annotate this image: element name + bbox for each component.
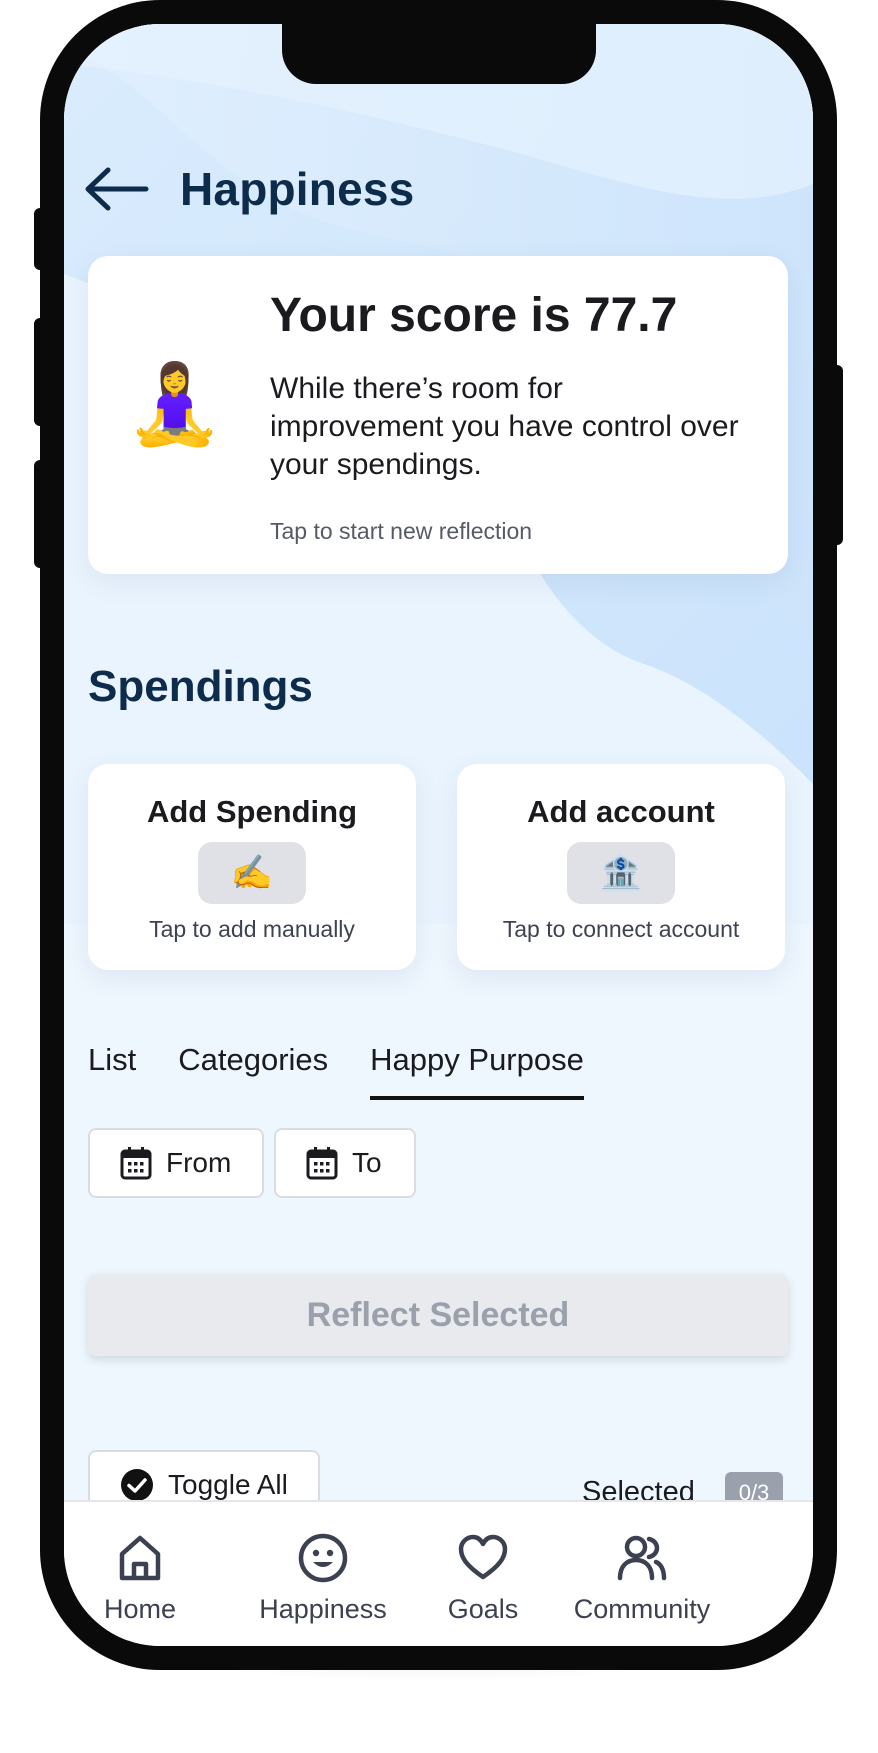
meditation-emoji: 🧘‍♀️ — [126, 360, 224, 450]
nav-goals[interactable]: Goals — [428, 1502, 538, 1625]
home-icon — [119, 1535, 161, 1581]
camera-notch — [282, 24, 596, 84]
tab-categories[interactable]: Categories — [178, 1042, 328, 1100]
nav-goals-label: Goals — [447, 1594, 519, 1624]
nav-community[interactable]: Community — [562, 1502, 722, 1625]
from-label: From — [166, 1147, 232, 1178]
add-spending-hint: Tap to add manually — [149, 916, 355, 942]
bank-icon: 🏦 — [599, 853, 643, 893]
check-circle-icon — [121, 1469, 153, 1501]
app-screen: Happiness 🧘‍♀️ Your score is 77.7 While … — [64, 24, 813, 1646]
nav-home-label: Home — [103, 1594, 177, 1624]
score-card[interactable]: 🧘‍♀️ Your score is 77.7 While there’s ro… — [88, 256, 788, 574]
add-spending-pill[interactable]: + ✍️ — [198, 842, 306, 904]
tab-list[interactable]: List — [88, 1042, 136, 1100]
people-icon — [617, 1535, 667, 1581]
nav-community-label: Community — [573, 1594, 711, 1624]
add-spending-card[interactable]: Add Spending + ✍️ Tap to add manually — [88, 764, 416, 970]
writing-hand-icon: ✍️ — [230, 853, 274, 893]
nav-home[interactable]: Home — [92, 1502, 188, 1625]
tab-happy-purpose[interactable]: Happy Purpose — [370, 1042, 584, 1100]
calendar-icon — [306, 1147, 338, 1180]
add-spending-title: Add Spending — [146, 794, 358, 829]
page-title: Happiness — [180, 163, 415, 215]
back-button[interactable] — [84, 161, 154, 217]
nav-happiness-label: Happiness — [259, 1594, 387, 1624]
power-button — [831, 365, 843, 545]
spendings-section-title: Spendings — [88, 662, 313, 711]
calendar-icon — [120, 1147, 152, 1180]
heart-icon — [458, 1534, 508, 1580]
to-label: To — [352, 1147, 382, 1178]
score-title: Your score is 77.7 — [270, 289, 678, 342]
mute-switch — [34, 208, 46, 270]
nav-happiness[interactable]: Happiness — [248, 1502, 398, 1625]
score-description: While there’s room for improvement you h… — [270, 372, 739, 481]
add-account-title: Add account — [527, 794, 715, 829]
spendings-tabs: List Categories Happy Purpose — [88, 1042, 626, 1100]
bottom-navigation: Home Happiness Goals Community — [64, 1500, 813, 1646]
volume-down-button — [34, 460, 46, 568]
add-account-hint: Tap to connect account — [502, 916, 740, 942]
to-date-button[interactable]: To — [274, 1128, 416, 1198]
from-date-button[interactable]: From — [88, 1128, 264, 1198]
page-header: Happiness — [84, 154, 414, 224]
smiley-icon — [298, 1533, 348, 1583]
add-account-pill[interactable]: + 🏦 — [567, 842, 675, 904]
score-hint: Tap to start new reflection — [270, 518, 533, 544]
arrow-left-icon — [85, 167, 149, 211]
toggle-all-label: Toggle All — [168, 1469, 288, 1500]
reflect-selected-button[interactable]: Reflect Selected — [88, 1274, 788, 1356]
add-account-card[interactable]: Add account + 🏦 Tap to connect account — [457, 764, 785, 970]
volume-up-button — [34, 318, 46, 426]
